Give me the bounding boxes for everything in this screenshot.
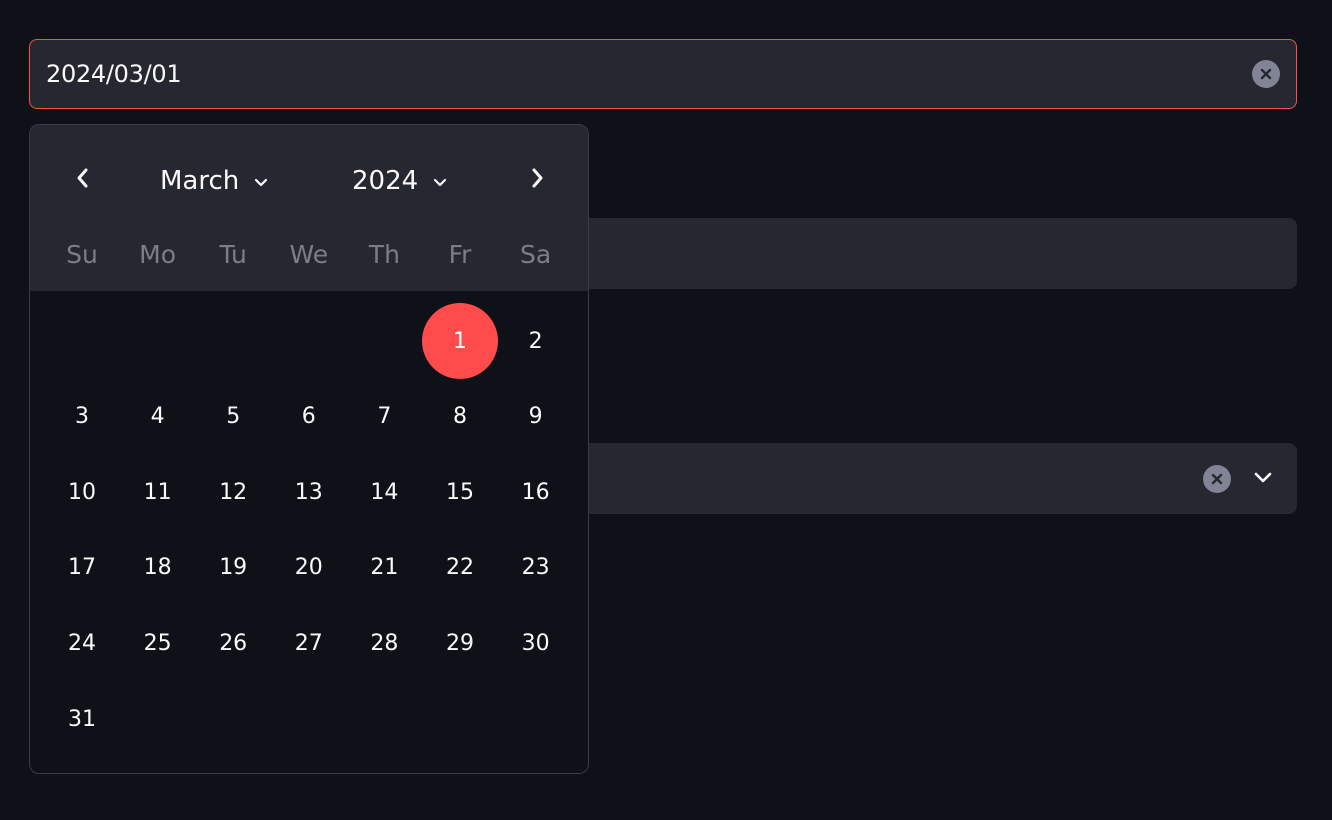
weekday-label: We: [289, 240, 329, 269]
calendar-day[interactable]: 8: [422, 379, 498, 455]
calendar-day[interactable]: 15: [422, 454, 498, 530]
calendar-day[interactable]: 29: [422, 605, 498, 681]
date-input-value[interactable]: 2024/03/01: [46, 60, 1252, 88]
calendar-day[interactable]: 6: [271, 379, 347, 455]
calendar-day[interactable]: 22: [422, 530, 498, 606]
weekday-label: Th: [368, 240, 400, 269]
select-clear-button[interactable]: [1203, 464, 1231, 493]
calendar-day[interactable]: 21: [346, 530, 422, 606]
previous-month-button[interactable]: [67, 165, 97, 195]
select-dropdown-button[interactable]: [1249, 465, 1277, 493]
calendar-day[interactable]: 9: [498, 379, 574, 455]
close-circle-icon: [1211, 473, 1223, 485]
calendar-day[interactable]: 24: [44, 605, 120, 681]
weekday-label: Tu: [219, 240, 247, 269]
calendar-day[interactable]: 23: [498, 530, 574, 606]
calendar-day[interactable]: 10: [44, 454, 120, 530]
calendar-day[interactable]: 13: [271, 454, 347, 530]
calendar-header: March 2024 Su Mo Tu We Th Fr Sa: [30, 125, 588, 291]
calendar-day[interactable]: 31: [44, 681, 120, 757]
calendar-day[interactable]: 3: [44, 379, 120, 455]
month-select-value: March: [160, 166, 240, 196]
calendar-day[interactable]: 25: [120, 605, 196, 681]
chevron-down-icon: [253, 166, 269, 196]
weekday-label: Fr: [448, 240, 472, 269]
chevron-down-icon: [432, 166, 448, 196]
calendar-day[interactable]: 28: [346, 605, 422, 681]
chevron-down-icon: [1253, 469, 1273, 488]
calendar-day[interactable]: 30: [498, 605, 574, 681]
calendar-day[interactable]: 20: [271, 530, 347, 606]
calendar-day[interactable]: 18: [120, 530, 196, 606]
year-select-value: 2024: [352, 166, 419, 196]
calendar-day[interactable]: 5: [195, 379, 271, 455]
chevron-left-icon: [75, 167, 89, 193]
calendar-day[interactable]: 19: [195, 530, 271, 606]
calendar-day[interactable]: 12: [195, 454, 271, 530]
weekday-header-row: Su Mo Tu We Th Fr Sa: [30, 240, 588, 280]
calendar-day[interactable]: 16: [498, 454, 574, 530]
calendar-popover: March 2024 Su Mo Tu We Th Fr Sa 1 2 3 4 5 6 7 8 9 10 11 1…: [29, 124, 589, 774]
calendar-day-grid: 1 2 3 4 5 6 7 8 9 10 11 12 13 14 15 16 17 18 19 20 21 22 23 24 2…: [30, 291, 588, 773]
date-input[interactable]: 2024/03/01: [29, 39, 1297, 109]
weekday-label: Su: [66, 240, 98, 269]
close-circle-icon: [1260, 68, 1272, 80]
calendar-day[interactable]: 11: [120, 454, 196, 530]
year-select[interactable]: 2024: [352, 161, 448, 201]
date-clear-button[interactable]: [1252, 60, 1280, 88]
month-select[interactable]: March: [160, 161, 269, 201]
calendar-day[interactable]: 2: [498, 303, 574, 379]
calendar-nav: March 2024: [30, 125, 588, 235]
calendar-day-selected[interactable]: 1: [422, 303, 498, 379]
chevron-right-icon: [531, 167, 545, 193]
calendar-day[interactable]: 26: [195, 605, 271, 681]
weekday-label: Mo: [139, 240, 177, 269]
calendar-day[interactable]: 17: [44, 530, 120, 606]
calendar-day[interactable]: 14: [346, 454, 422, 530]
calendar-day[interactable]: 4: [120, 379, 196, 455]
weekday-label: Sa: [519, 240, 552, 269]
calendar-day[interactable]: 7: [346, 379, 422, 455]
calendar-day[interactable]: 27: [271, 605, 347, 681]
next-month-button[interactable]: [523, 165, 553, 195]
